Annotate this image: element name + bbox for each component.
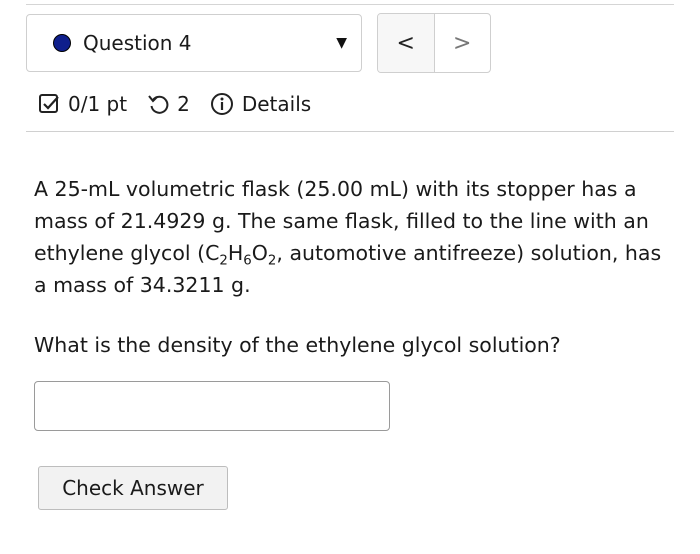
question-selector[interactable]: Question 4 ▼ <box>26 14 362 72</box>
question-status-dot <box>53 34 71 52</box>
chevron-right-icon: > <box>453 30 472 56</box>
answer-input[interactable] <box>34 381 390 431</box>
check-answer-button[interactable]: Check Answer <box>38 466 228 510</box>
info-icon[interactable] <box>210 92 234 116</box>
top-divider <box>26 4 674 5</box>
section-divider <box>26 131 674 132</box>
question-selector-label: Question 4 <box>83 31 192 55</box>
previous-question-button[interactable]: < <box>378 14 435 72</box>
question-prompt: What is the density of the ethylene glyc… <box>34 333 561 357</box>
question-meta: 0/1 pt 2 Details <box>38 92 311 116</box>
checkbox-icon <box>38 93 60 115</box>
caret-down-icon: ▼ <box>336 35 347 51</box>
next-question-button[interactable]: > <box>435 14 491 72</box>
attempts-count: 2 <box>177 92 190 116</box>
retry-icon <box>147 93 169 115</box>
question-nav: < > <box>377 13 491 73</box>
problem-text: A 25-mL volumetric flask (25.00 mL) with… <box>34 177 662 297</box>
score-text: 0/1 pt <box>68 92 128 116</box>
chevron-left-icon: < <box>396 30 415 56</box>
details-link[interactable]: Details <box>242 92 311 116</box>
